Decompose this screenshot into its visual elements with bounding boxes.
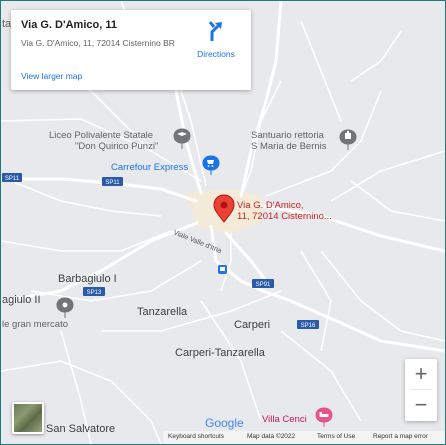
poi-santuario-label-2: S Maria de Bernis (251, 141, 327, 152)
svg-text:SP11: SP11 (105, 180, 120, 186)
place-carperi-tanzarella: Carperi-Tanzarella (175, 347, 266, 359)
poi-liceo-label-1: Liceo Polivalente Statale (49, 130, 153, 141)
svg-text:SP11: SP11 (5, 176, 20, 182)
place-title: Via G. D'Amico, 11 (21, 19, 117, 31)
hotel-icon[interactable] (315, 407, 333, 427)
view-larger-map-link[interactable]: View larger map (21, 71, 82, 81)
shield-sp11-left: SP11 (2, 173, 22, 182)
report-error-link[interactable]: Report a map error (373, 433, 428, 440)
marker-label-line1: Via G. D'Amico, (237, 200, 304, 211)
zoom-out-button[interactable]: − (405, 390, 437, 420)
place-marker-icon[interactable] (56, 297, 74, 318)
place-barbagiulo-2: agiulo II (2, 294, 41, 306)
directions-button[interactable]: Directions (191, 18, 241, 59)
shield-sp13: SP13 (83, 287, 105, 296)
zoom-controls: + − (405, 359, 437, 421)
svg-text:SP16: SP16 (301, 323, 316, 329)
svg-text:SP91: SP91 (256, 282, 271, 288)
marker-label-line2: 11, 72014 Cisternino... (237, 211, 332, 222)
place-address: Via G. D'Amico, 11, 72014 Cisternino BR (21, 38, 175, 48)
poi-santuario-label-1: Santuario rettoria (251, 130, 325, 141)
map-data-text: Map data ©2022 (247, 433, 296, 440)
poi-liceo-label-2: "Don Quirico Punzi" (75, 141, 158, 152)
church-icon[interactable] (339, 129, 357, 150)
map-frame[interactable]: SP11 SP11 SP13 SP91 SP16 Viale Valle d'I… (0, 0, 446, 445)
poi-carrefour-label: Carrefour Express (111, 162, 188, 173)
shield-sp11: SP11 (102, 177, 123, 186)
road-label-viale-valle-ditria: Viale Valle d'Itria (172, 229, 222, 255)
shield-sp91: SP91 (252, 279, 274, 288)
place-tanzarella: Tanzarella (137, 306, 188, 318)
satellite-toggle-thumbnail[interactable] (12, 402, 44, 434)
poi-villa-cenci-label: Villa Cenci (262, 414, 307, 425)
svg-text:SP13: SP13 (87, 290, 102, 296)
directions-icon (208, 21, 222, 41)
keyboard-shortcuts-link[interactable]: Keyboard shortcuts (168, 433, 224, 440)
shield-sp16: SP16 (297, 320, 319, 329)
place-info-card: Via G. D'Amico, 11 Via G. D'Amico, 11, 7… (11, 10, 251, 90)
google-logo: Google (205, 416, 244, 430)
attribution-bar: Keyboard shortcuts Map data ©2022 Terms … (1, 431, 445, 444)
terms-link[interactable]: Terms of Use (317, 433, 355, 440)
shopping-cart-icon[interactable] (202, 155, 220, 175)
directions-label: Directions (197, 49, 235, 59)
place-carperi: Carperi (234, 319, 270, 331)
bus-stop-icon[interactable] (218, 265, 227, 274)
place-barbagiulo-1: Barbagiulo I (58, 273, 117, 285)
zoom-in-button[interactable]: + (405, 359, 437, 389)
poi-gran-mercato-label: le gran mercato (2, 319, 68, 330)
